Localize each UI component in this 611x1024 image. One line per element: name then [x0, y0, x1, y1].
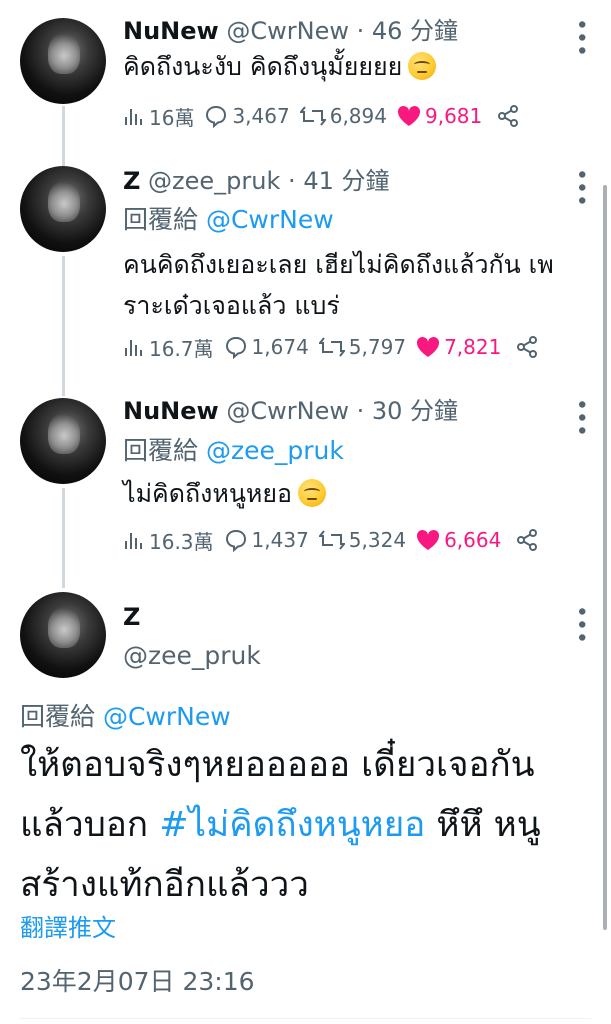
reply-button[interactable]: 1,437 [224, 528, 309, 552]
views-count: 16.7萬 [149, 336, 214, 361]
retweet-count: 6,894 [329, 104, 387, 128]
replying-label: 回覆給 [20, 702, 96, 731]
more-icon[interactable]: ••• [568, 605, 593, 644]
retweet-count: 5,797 [348, 335, 407, 359]
reply-button[interactable]: 3,467 [204, 104, 290, 128]
tweet-text: ไม่คิดถึงหนูหยอ [123, 473, 591, 514]
like-count: 9,681 [424, 104, 483, 128]
rolling-eyes-emoji [298, 479, 327, 507]
like-count: 7,821 [444, 335, 502, 359]
retweet-button[interactable]: 5,797 [318, 335, 407, 359]
like-icon [397, 105, 421, 126]
display-name[interactable]: NuNew [123, 17, 219, 45]
tweet-header: Z @zee_pruk · 41 分鐘 [123, 166, 571, 196]
share-icon [517, 336, 538, 358]
reply-count: 3,467 [232, 104, 290, 128]
retweet-button[interactable]: 6,894 [299, 104, 387, 128]
separator-dot: · [356, 397, 365, 425]
reply-icon [225, 336, 246, 359]
separator-dot: · [288, 167, 296, 195]
views-icon [125, 340, 142, 356]
tweet-header: NuNew @CwrNew · 30 分鐘 [123, 396, 571, 426]
reply-mention[interactable]: @CwrNew [206, 205, 334, 234]
tweet-time[interactable]: 30 分鐘 [372, 397, 458, 425]
tweet-actions: 16.7萬 1,674 5,797 7,821 [123, 331, 591, 363]
reply-button[interactable]: 1,674 [224, 335, 309, 359]
reply-mention[interactable]: @zee_pruk [206, 436, 344, 465]
like-button[interactable]: 7,821 [416, 335, 501, 359]
tweet-text: คนคิดถึงเยอะเลย เฮียไม่คิดถึงแล้วกัน เพร… [123, 244, 591, 326]
tweet-timestamp[interactable]: 23年2月07日 23:16 [20, 962, 255, 998]
reply-icon [225, 529, 246, 552]
tweet-text-content: คิดถึงนะงับ คิดถึงนุมั้ยยยย [123, 52, 403, 81]
replying-to: 回覆給 @CwrNew [20, 697, 231, 733]
user-handle[interactable]: @CwrNew [226, 397, 349, 425]
avatar[interactable] [20, 18, 106, 104]
replying-label: 回覆給 [123, 205, 199, 234]
like-button[interactable]: 9,681 [397, 104, 482, 128]
retweet-icon [318, 530, 345, 550]
display-name[interactable]: Z [123, 167, 140, 195]
avatar[interactable] [20, 592, 106, 678]
divider [20, 1018, 591, 1019]
tweet-text: คิดถึงนะงับ คิดถึงนุมั้ยยยย [123, 46, 591, 87]
display-name[interactable]: NuNew [123, 397, 219, 425]
views-icon [125, 533, 142, 549]
reply-mention[interactable]: @CwrNew [103, 702, 231, 731]
thread-line [62, 488, 65, 588]
tweet-actions: 16.3萬 1,437 5,324 6,664 [123, 524, 591, 556]
thread-line [62, 256, 65, 396]
user-handle[interactable]: @zee_pruk [123, 641, 261, 670]
like-icon [417, 529, 440, 550]
tweet-time[interactable]: 46 分鐘 [372, 17, 458, 45]
display-name[interactable]: Z [123, 603, 140, 631]
share-icon [517, 529, 538, 551]
share-button[interactable] [496, 104, 524, 128]
translate-link[interactable]: 翻譯推文 [20, 908, 116, 943]
share-button[interactable] [515, 528, 543, 552]
views-count: 16.3萬 [149, 529, 214, 554]
views-button[interactable]: 16.7萬 [123, 333, 214, 362]
views-button[interactable]: 16萬 [123, 102, 194, 131]
hashtag-link[interactable]: #ไม่คิดถึงหนูหยอ [159, 805, 425, 845]
retweet-icon [299, 106, 326, 126]
rolling-eyes-emoji [408, 52, 437, 80]
views-icon [125, 109, 142, 125]
tweet-text-content: ไม่คิดถึงหนูหยอ [123, 479, 293, 508]
avatar[interactable] [20, 398, 106, 484]
tweet-text-content: คนคิดถึงเยอะเลย เฮียไม่คิดถึงแล้วกัน เพร… [123, 250, 554, 320]
retweet-count: 5,324 [348, 528, 407, 552]
views-count: 16萬 [149, 105, 195, 130]
replying-to: 回覆給 @CwrNew [123, 204, 334, 236]
reply-icon [206, 105, 227, 128]
like-icon [417, 336, 440, 357]
tweet-time[interactable]: 41 分鐘 [303, 167, 389, 195]
retweet-button[interactable]: 5,324 [318, 528, 407, 552]
tweet-actions: 16萬 3,467 6,894 9,681 [123, 100, 591, 132]
share-icon [498, 105, 519, 127]
like-count: 6,664 [444, 528, 502, 552]
share-button[interactable] [515, 335, 543, 359]
reply-count: 1,674 [251, 335, 309, 359]
reply-count: 1,437 [251, 528, 309, 552]
user-handle[interactable]: @CwrNew [226, 17, 349, 45]
like-button[interactable]: 6,664 [416, 528, 501, 552]
replying-to: 回覆給 @zee_pruk [123, 435, 344, 467]
main-tweet-text: ให้ตอบจริงๆหยอออออ เดี๋ยวเจอกันแล้วบอก #… [20, 735, 591, 915]
retweet-icon [318, 337, 345, 357]
user-handle[interactable]: @zee_pruk [148, 167, 280, 195]
tweet-header: NuNew @CwrNew · 46 分鐘 [123, 16, 571, 46]
avatar[interactable] [20, 166, 106, 252]
thread-line [62, 106, 65, 166]
views-button[interactable]: 16.3萬 [123, 526, 214, 555]
separator-dot: · [356, 17, 365, 45]
scrollbar[interactable] [603, 185, 607, 930]
more-icon[interactable]: ••• [568, 398, 593, 437]
more-icon[interactable]: ••• [568, 168, 593, 207]
replying-label: 回覆給 [123, 436, 199, 465]
